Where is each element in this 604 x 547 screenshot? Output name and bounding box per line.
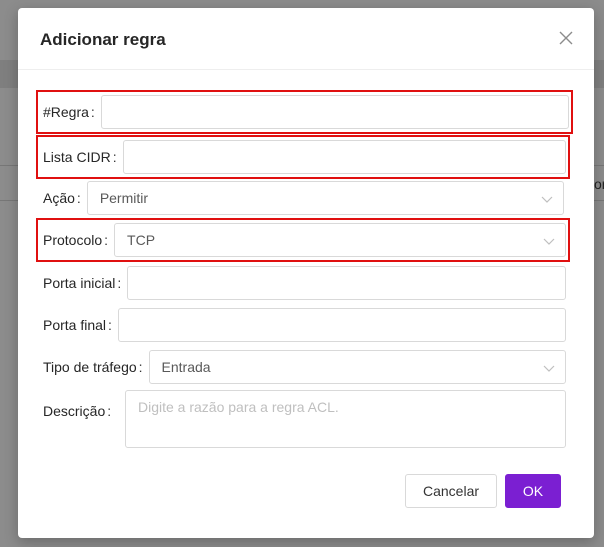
traffic-type-label: Tipo de tráfego — [43, 359, 137, 375]
end-port-label: Porta final — [43, 317, 107, 333]
end-port-field: Porta final: — [38, 305, 568, 345]
dialog-title: Adicionar regra — [40, 30, 166, 49]
start-port-input[interactable] — [127, 266, 566, 300]
chevron-down-icon — [543, 362, 555, 374]
chevron-down-icon — [541, 193, 553, 205]
action-select-value: Permitir — [99, 190, 149, 206]
action-label: Ação — [43, 190, 75, 206]
start-port-label: Porta inicial — [43, 275, 116, 291]
ok-button[interactable]: OK — [505, 474, 561, 508]
close-icon — [559, 31, 573, 45]
traffic-type-select-value: Entrada — [161, 359, 211, 375]
traffic-type-select[interactable]: Entrada — [148, 350, 566, 384]
protocol-select[interactable]: TCP — [114, 223, 566, 257]
traffic-type-field: Tipo de tráfego: Entrada — [38, 347, 568, 387]
cidr-list-input[interactable] — [122, 140, 566, 174]
protocol-field: Protocolo: TCP — [36, 218, 570, 262]
dialog-header: Adicionar regra — [18, 8, 594, 70]
add-rule-dialog: Adicionar regra #Regra: Lista CIDR: Ação… — [18, 8, 594, 538]
background-cut-text: or — [594, 176, 604, 192]
description-placeholder: Digite a razão para a regra ACL. — [138, 399, 339, 415]
protocol-select-value: TCP — [127, 232, 156, 248]
rule-number-input[interactable] — [100, 95, 569, 129]
end-port-input[interactable] — [117, 308, 566, 342]
close-button[interactable] — [556, 28, 576, 48]
cidr-list-field: Lista CIDR: — [36, 135, 570, 179]
description-label: Descrição — [43, 403, 106, 419]
action-field: Ação: Permitir — [38, 178, 566, 218]
description-textarea[interactable]: Digite a razão para a regra ACL. — [125, 390, 566, 448]
protocol-label: Protocolo — [43, 232, 103, 248]
action-select[interactable]: Permitir — [86, 181, 564, 215]
chevron-down-icon — [543, 235, 555, 247]
start-port-field: Porta inicial: — [38, 263, 568, 303]
cancel-button[interactable]: Cancelar — [405, 474, 497, 508]
rule-number-field: #Regra: — [36, 90, 573, 134]
rule-number-label: #Regra — [43, 104, 89, 120]
cidr-list-label: Lista CIDR — [43, 149, 111, 165]
